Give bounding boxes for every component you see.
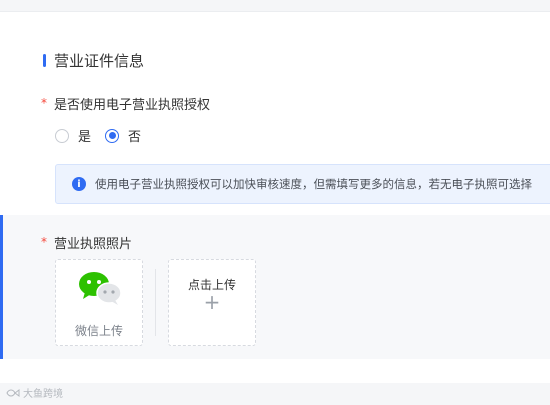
info-notice: i 使用电子营业执照授权可以加快审核速度，但需填写更多的信息，若无电子执照可选择 <box>55 164 550 204</box>
section-active-indicator <box>0 215 3 359</box>
radio-circle-yes[interactable] <box>55 128 69 143</box>
upload-divider <box>155 269 156 336</box>
radio-label-yes: 是 <box>78 130 92 145</box>
license-photo-label-row: * 营业执照照片 <box>41 233 133 252</box>
radio-option-yes[interactable]: 是 <box>55 126 91 145</box>
radio-option-no[interactable]: 否 <box>105 126 141 145</box>
license-photo-section: * 营业执照照片 微信上传 点击上传 + <box>0 215 550 359</box>
watermark-logo-icon <box>6 388 20 397</box>
wechat-icon <box>79 272 122 305</box>
info-icon: i <box>72 177 86 191</box>
section-accent-bar <box>43 53 46 67</box>
license-photo-label: 营业执照照片 <box>54 236 133 252</box>
license-auth-label: 是否使用电子营业执照授权 <box>54 97 211 113</box>
plus-icon: + <box>203 290 221 314</box>
wechat-upload-label: 微信上传 <box>74 324 123 338</box>
required-mark: * <box>41 235 47 249</box>
required-mark: * <box>41 96 47 110</box>
watermark-text: 大鱼跨境 <box>23 389 63 400</box>
section-header: 营业证件信息 <box>43 50 144 70</box>
license-auth-label-row: * 是否使用电子营业执照授权 <box>41 94 211 113</box>
license-auth-radio-group: 是 否 <box>55 126 155 145</box>
radio-label-no: 否 <box>128 130 142 145</box>
section-title: 营业证件信息 <box>54 51 145 70</box>
radio-circle-no[interactable] <box>105 128 120 143</box>
watermark: 大鱼跨境 <box>6 385 63 400</box>
click-upload-button[interactable]: 点击上传 + <box>168 259 256 346</box>
wechat-upload-button[interactable]: 微信上传 <box>55 259 143 346</box>
info-text: 使用电子营业执照授权可以加快审核速度，但需填写更多的信息，若无电子执照可选择 <box>95 177 532 191</box>
